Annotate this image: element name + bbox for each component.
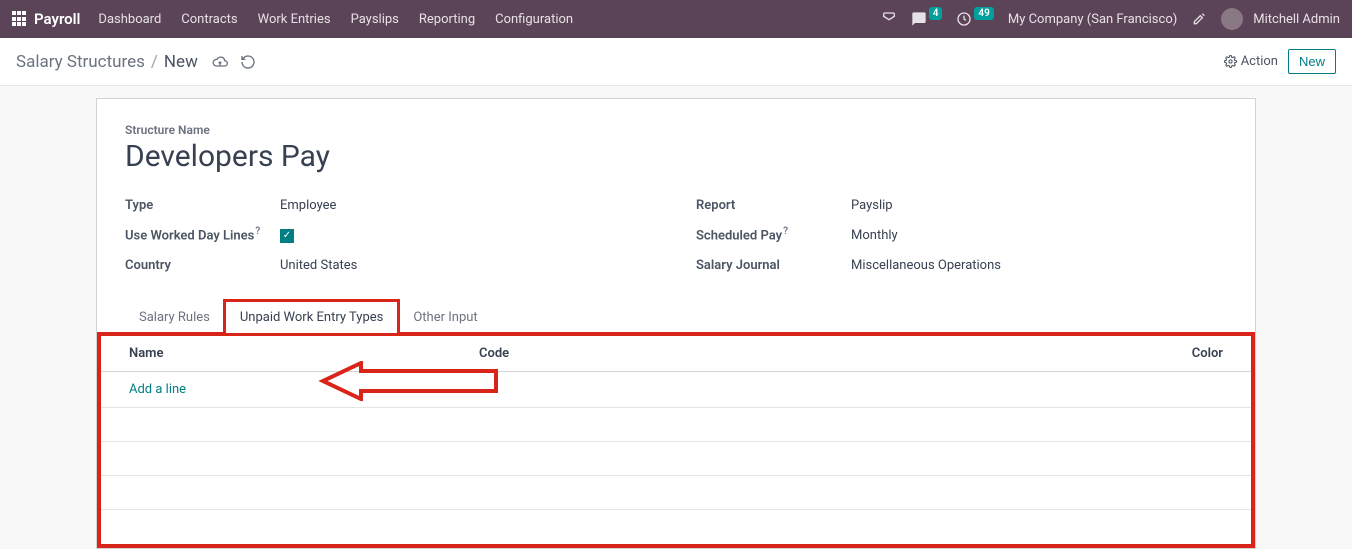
nav-contracts[interactable]: Contracts bbox=[181, 12, 237, 27]
unpaid-table: Name Code Color Add a line bbox=[97, 332, 1255, 548]
breadcrumb-parent[interactable]: Salary Structures bbox=[16, 52, 145, 72]
sched-value[interactable]: Monthly bbox=[851, 228, 898, 243]
breadcrumb: Salary Structures / New bbox=[16, 52, 256, 72]
uwdl-label: Use Worked Day Lines? bbox=[125, 226, 280, 243]
apps-grid-icon[interactable] bbox=[12, 11, 28, 27]
sched-label: Scheduled Pay? bbox=[696, 226, 851, 243]
nav-payslips[interactable]: Payslips bbox=[351, 12, 399, 27]
action-menu[interactable]: Action bbox=[1224, 54, 1278, 69]
report-label: Report bbox=[696, 198, 851, 213]
tools-icon[interactable] bbox=[1191, 11, 1207, 27]
messages-badge: 4 bbox=[929, 7, 943, 20]
col-code: Code bbox=[479, 346, 1163, 361]
nav-work-entries[interactable]: Work Entries bbox=[258, 12, 331, 27]
tab-salary-rules[interactable]: Salary Rules bbox=[124, 301, 225, 334]
report-value[interactable]: Payslip bbox=[851, 198, 893, 213]
activities-icon[interactable]: 49 bbox=[956, 11, 993, 27]
nav-configuration[interactable]: Configuration bbox=[495, 12, 573, 27]
page-title[interactable]: Developers Pay bbox=[125, 139, 1227, 174]
user-menu[interactable]: Mitchell Admin bbox=[1221, 8, 1340, 30]
breadcrumb-sep: / bbox=[151, 52, 158, 72]
uwdl-checkbox[interactable]: ✓ bbox=[280, 227, 294, 243]
user-name: Mitchell Admin bbox=[1253, 12, 1340, 27]
type-value[interactable]: Employee bbox=[280, 198, 336, 213]
nav-reporting[interactable]: Reporting bbox=[419, 12, 475, 27]
breadcrumb-current: New bbox=[164, 52, 198, 72]
company-selector[interactable]: My Company (San Francisco) bbox=[1008, 12, 1177, 27]
brand-title[interactable]: Payroll bbox=[34, 10, 80, 28]
table-row bbox=[101, 476, 1251, 510]
avatar bbox=[1221, 8, 1243, 30]
table-row bbox=[101, 442, 1251, 476]
col-color: Color bbox=[1163, 346, 1223, 361]
activities-badge: 49 bbox=[974, 7, 993, 20]
discard-icon[interactable] bbox=[240, 54, 256, 70]
table-row bbox=[101, 510, 1251, 544]
country-label: Country bbox=[125, 258, 280, 273]
country-value[interactable]: United States bbox=[280, 258, 357, 273]
tab-other-input[interactable]: Other Input bbox=[398, 301, 492, 334]
col-name: Name bbox=[129, 346, 479, 361]
journal-label: Salary Journal bbox=[696, 258, 851, 273]
table-row bbox=[101, 408, 1251, 442]
type-label: Type bbox=[125, 198, 280, 213]
nav-dashboard[interactable]: Dashboard bbox=[98, 12, 161, 27]
messages-icon[interactable]: 4 bbox=[911, 11, 943, 27]
cloud-save-icon[interactable] bbox=[212, 54, 228, 70]
tab-unpaid-work-entry-types[interactable]: Unpaid Work Entry Types bbox=[225, 301, 398, 334]
structure-name-label: Structure Name bbox=[125, 123, 1227, 137]
add-a-line[interactable]: Add a line bbox=[129, 382, 186, 397]
new-button[interactable]: New bbox=[1288, 49, 1336, 74]
journal-value[interactable]: Miscellaneous Operations bbox=[851, 258, 1001, 273]
phone-icon[interactable] bbox=[881, 11, 897, 27]
